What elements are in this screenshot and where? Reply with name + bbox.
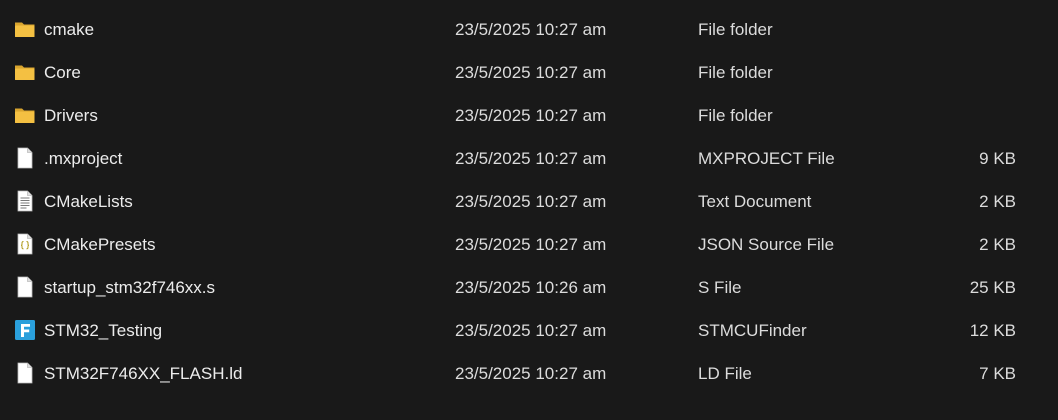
blank-file-icon	[14, 147, 36, 169]
file-type: STMCUFinder	[698, 321, 807, 340]
file-date-modified: 23/5/2025 10:27 am	[455, 364, 607, 383]
file-type: JSON Source File	[698, 235, 835, 254]
folder-icon	[14, 18, 36, 40]
list-item-stm32f746xx-flash-ld[interactable]: STM32F746XX_FLASH.ld 23/5/2025 10:27 am …	[0, 352, 1058, 395]
file-name: cmake	[44, 20, 95, 39]
file-name: STM32_Testing	[44, 321, 163, 340]
json-file-icon	[14, 233, 36, 255]
file-name: Core	[44, 63, 81, 82]
file-name: CMakePresets	[44, 235, 156, 254]
list-item-stm32-testing[interactable]: STM32_Testing 23/5/2025 10:27 am STMCUFi…	[0, 309, 1058, 352]
file-date-modified: 23/5/2025 10:26 am	[455, 278, 607, 297]
file-type: LD File	[698, 364, 752, 383]
file-type: File folder	[698, 63, 773, 82]
file-list: cmake 23/5/2025 10:27 am File folder Cor…	[0, 8, 1058, 395]
file-type: MXPROJECT File	[698, 149, 835, 168]
list-item-drivers[interactable]: Drivers 23/5/2025 10:27 am File folder	[0, 94, 1058, 137]
stmcufinder-icon	[14, 319, 36, 341]
folder-icon	[14, 104, 36, 126]
file-size: 7 KB	[979, 364, 1016, 383]
file-type: S File	[698, 278, 742, 297]
text-file-icon	[14, 190, 36, 212]
file-date-modified: 23/5/2025 10:27 am	[455, 106, 607, 125]
file-date-modified: 23/5/2025 10:27 am	[455, 321, 607, 340]
file-size: 25 KB	[969, 278, 1016, 297]
file-name: STM32F746XX_FLASH.ld	[44, 364, 243, 383]
list-item-core[interactable]: Core 23/5/2025 10:27 am File folder	[0, 51, 1058, 94]
folder-icon	[14, 61, 36, 83]
file-date-modified: 23/5/2025 10:27 am	[455, 192, 607, 211]
file-size: 12 KB	[969, 321, 1016, 340]
file-name: CMakeLists	[44, 192, 133, 211]
file-name: Drivers	[44, 106, 98, 125]
file-type: Text Document	[698, 192, 812, 211]
list-item-cmakepresets[interactable]: CMakePresets 23/5/2025 10:27 am JSON Sou…	[0, 223, 1058, 266]
file-size: 9 KB	[979, 149, 1016, 168]
file-name: .mxproject	[44, 149, 123, 168]
list-item-cmake[interactable]: cmake 23/5/2025 10:27 am File folder	[0, 8, 1058, 51]
blank-file-icon	[14, 276, 36, 298]
file-type: File folder	[698, 106, 773, 125]
file-name: startup_stm32f746xx.s	[44, 278, 216, 297]
file-date-modified: 23/5/2025 10:27 am	[455, 149, 607, 168]
file-date-modified: 23/5/2025 10:27 am	[455, 20, 607, 39]
list-item-mxproject[interactable]: .mxproject 23/5/2025 10:27 am MXPROJECT …	[0, 137, 1058, 180]
blank-file-icon	[14, 362, 36, 384]
list-item-cmakelists[interactable]: CMakeLists 23/5/2025 10:27 am Text Docum…	[0, 180, 1058, 223]
file-size: 2 KB	[979, 235, 1016, 254]
file-date-modified: 23/5/2025 10:27 am	[455, 235, 607, 254]
file-date-modified: 23/5/2025 10:27 am	[455, 63, 607, 82]
list-item-startup-stm32f746xx-s[interactable]: startup_stm32f746xx.s 23/5/2025 10:26 am…	[0, 266, 1058, 309]
file-size: 2 KB	[979, 192, 1016, 211]
file-type: File folder	[698, 20, 773, 39]
